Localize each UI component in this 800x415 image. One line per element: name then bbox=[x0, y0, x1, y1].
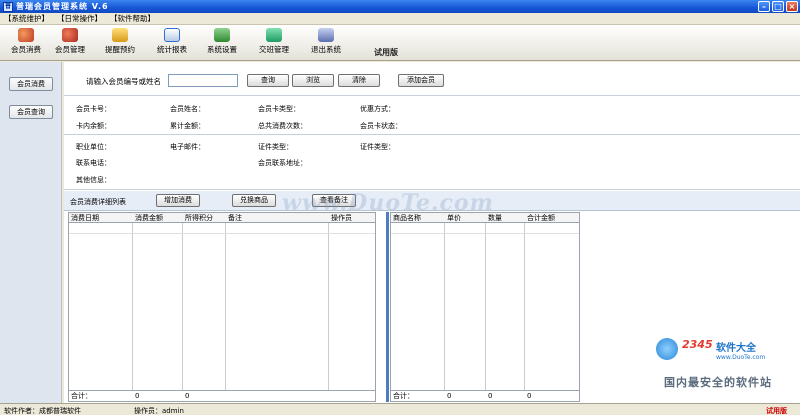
status-trial: 试用版 bbox=[766, 407, 787, 415]
card-no-label: 会员卡号： bbox=[76, 105, 111, 113]
total-quantity-value: 0 bbox=[488, 392, 493, 400]
column-header[interactable]: 备注 bbox=[226, 213, 242, 223]
status-operator: 操作员：admin bbox=[134, 407, 184, 415]
brand-watermark: 2345 软件大全 www.DuoTe.com 国内最安全的软件站 bbox=[656, 336, 796, 396]
sidebar-member-consume-button[interactable]: 会员消费 bbox=[9, 77, 53, 91]
add-member-button[interactable]: 添加会员 bbox=[398, 74, 444, 87]
column-header[interactable]: 所得积分 bbox=[183, 213, 213, 223]
close-button[interactable]: × bbox=[786, 1, 798, 12]
column-header[interactable]: 消费日期 bbox=[69, 213, 99, 223]
consume-grid-footer: 合计： 0 0 bbox=[69, 390, 375, 401]
member-contact-panel: 职业单位： 电子邮件： 证件类型： 证件类型： 联系电话： 会员联系地址： 其他… bbox=[64, 136, 800, 190]
member-info-panel: 会员卡号： 会员姓名： 会员卡类型： 优惠方式： 卡内余额： 累计金额： 总共消… bbox=[64, 97, 800, 135]
redeem-goods-button[interactable]: 兑换商品 bbox=[232, 194, 276, 207]
reminder-icon bbox=[112, 28, 128, 42]
search-input[interactable] bbox=[168, 74, 238, 87]
grid-splitter[interactable] bbox=[386, 212, 389, 402]
sidebar-member-query-button[interactable]: 会员查询 bbox=[9, 105, 53, 119]
brand-slogan: 国内最安全的软件站 bbox=[664, 376, 772, 389]
grid-row-separator bbox=[391, 233, 579, 234]
goods-detail-grid[interactable]: 商品名称 单价 数量 合计金额 合计： 0 0 0 bbox=[390, 212, 580, 402]
balance-label: 卡内余额： bbox=[76, 122, 111, 130]
toolbar-member-manage-button[interactable]: 会员管理 bbox=[46, 28, 94, 60]
menu-software-help[interactable]: 【软件帮助】 bbox=[110, 13, 155, 24]
sidebar: 会员消费 会员查询 bbox=[0, 62, 62, 403]
brand-url: www.DuoTe.com bbox=[716, 354, 766, 361]
search-label: 请输入会员编号或姓名 bbox=[86, 77, 161, 86]
column-header[interactable]: 消费金额 bbox=[133, 213, 163, 223]
menu-daily-operation[interactable]: 【日常操作】 bbox=[57, 13, 102, 24]
other-info-label: 其他信息： bbox=[76, 176, 111, 184]
report-icon bbox=[164, 28, 180, 42]
menu-system-maintenance[interactable]: 【系统维护】 bbox=[4, 13, 49, 24]
total-times-label: 总共消费次数： bbox=[258, 122, 307, 130]
id-type-label: 证件类型： bbox=[258, 143, 293, 151]
menu-bar: 【系统维护】 【日常操作】 【软件帮助】 bbox=[0, 13, 800, 25]
total-label: 合计： bbox=[393, 392, 414, 400]
status-author: 软件作者：成都普瑞软件 bbox=[4, 407, 81, 415]
browse-button[interactable]: 浏览 bbox=[292, 74, 334, 87]
handover-icon bbox=[266, 28, 282, 42]
phone-label: 联系电话： bbox=[76, 159, 111, 167]
search-panel: 请输入会员编号或姓名 查询 浏览 清除 添加会员 bbox=[64, 62, 800, 96]
card-status-label: 会员卡状态： bbox=[360, 122, 402, 130]
status-bar: 软件作者：成都普瑞软件 操作员：admin 试用版 bbox=[0, 403, 800, 415]
settings-icon bbox=[214, 28, 230, 42]
clear-button[interactable]: 清除 bbox=[338, 74, 380, 87]
site-watermark: www.DuoTe.com bbox=[282, 190, 494, 216]
add-consume-button[interactable]: 增加消费 bbox=[156, 194, 200, 207]
maximize-button[interactable]: □ bbox=[772, 1, 784, 12]
grid-row-separator bbox=[69, 233, 375, 234]
consume-detail-grid[interactable]: 消费日期 消费金额 所得积分 备注 操作员 合计： 0 0 bbox=[68, 212, 376, 402]
toolbar-reminder-button[interactable]: 提醒预约 bbox=[96, 28, 144, 60]
toolbar-report-button[interactable]: 统计报表 bbox=[148, 28, 196, 60]
detail-list-title: 会员消费详细列表 bbox=[70, 198, 126, 206]
member-consume-icon bbox=[18, 28, 34, 42]
email-label: 电子邮件： bbox=[170, 143, 205, 151]
id-type-label-2: 证件类型： bbox=[360, 143, 395, 151]
work-unit-label: 职业单位： bbox=[76, 143, 111, 151]
exit-icon bbox=[318, 28, 334, 42]
total-amount-value: 0 bbox=[135, 392, 140, 400]
total-price-value: 0 bbox=[447, 392, 452, 400]
total-amount-label: 累计金额： bbox=[170, 122, 205, 130]
address-label: 会员联系地址： bbox=[258, 159, 307, 167]
brand-number: 2345 bbox=[682, 338, 713, 351]
discount-label: 优惠方式： bbox=[360, 105, 395, 113]
total-label: 合计： bbox=[71, 392, 92, 400]
total-sum-value: 0 bbox=[527, 392, 532, 400]
minimize-button[interactable]: – bbox=[758, 1, 770, 12]
name-label: 会员姓名： bbox=[170, 105, 205, 113]
toolbar: 会员消费 会员管理 提醒预约 统计报表 系统设置 交班管理 退出系统 试用版 bbox=[0, 25, 800, 61]
brand-text: 软件大全 bbox=[716, 343, 756, 354]
window-title: 普瑞会员管理系统 V.6 bbox=[16, 2, 109, 11]
toolbar-member-consume-button[interactable]: 会员消费 bbox=[2, 28, 50, 60]
brand-logo-icon bbox=[656, 338, 678, 360]
app-icon: 普 bbox=[3, 1, 13, 12]
column-header[interactable]: 合计金额 bbox=[525, 213, 555, 223]
toolbar-handover-button[interactable]: 交班管理 bbox=[250, 28, 298, 60]
toolbar-exit-button[interactable]: 退出系统 bbox=[302, 28, 350, 60]
query-button[interactable]: 查询 bbox=[247, 74, 289, 87]
toolbar-settings-button[interactable]: 系统设置 bbox=[198, 28, 246, 60]
goods-grid-footer: 合计： 0 0 0 bbox=[391, 390, 579, 401]
title-bar: 普 普瑞会员管理系统 V.6 – □ × bbox=[0, 0, 800, 13]
trial-label: 试用版 bbox=[374, 48, 398, 57]
card-type-label: 会员卡类型： bbox=[258, 105, 300, 113]
members-icon bbox=[62, 28, 78, 42]
total-points-value: 0 bbox=[185, 392, 190, 400]
